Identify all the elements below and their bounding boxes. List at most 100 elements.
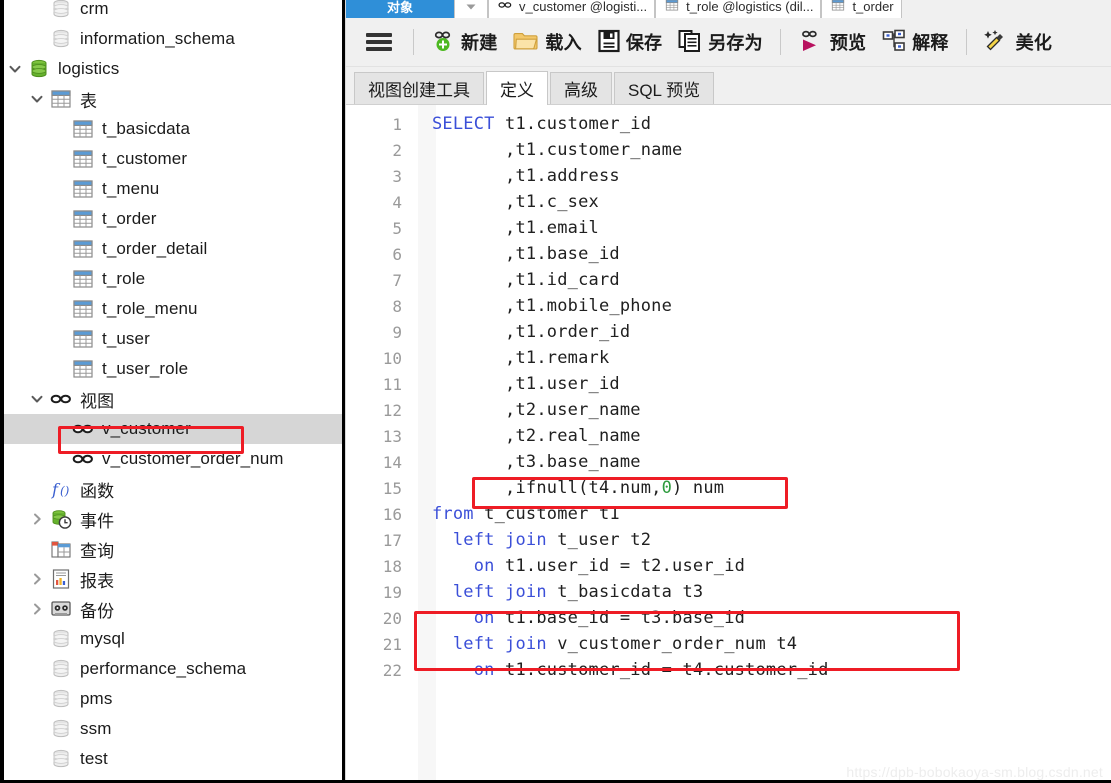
document-tab-1[interactable]: v_customer @logisti... — [488, 0, 656, 18]
database-gray-icon — [48, 688, 74, 710]
tree-item-视图[interactable]: 视图 — [0, 384, 345, 414]
chevron-down-icon[interactable] — [4, 62, 26, 76]
tree-item-t_order[interactable]: t_order — [0, 204, 345, 234]
subtab-3[interactable]: SQL 预览 — [614, 72, 715, 104]
object-tree-sidebar[interactable]: crm information_schema logistics 表 t_bas… — [0, 0, 346, 783]
tree-item-logistics[interactable]: logistics — [0, 54, 345, 84]
subtab-2[interactable]: 高级 — [550, 72, 612, 104]
main-menu-button[interactable] — [358, 22, 404, 62]
tree-item-报表[interactable]: 报表 — [0, 564, 345, 594]
code-line-text: left join v_customer_order_num t4 — [452, 634, 798, 654]
line-number: 8 — [392, 296, 402, 316]
beautify-icon — [983, 29, 1010, 56]
tree-item-crm[interactable]: crm — [0, 0, 345, 24]
code-line[interactable]: 4 ,t1.c_sex — [346, 189, 1111, 215]
code-line[interactable]: 9 ,t1.order_id — [346, 319, 1111, 345]
code-line[interactable]: 16 from t_customer t1 — [346, 501, 1111, 527]
code-line[interactable]: 20 on t1.base_id = t3.base_id — [346, 605, 1111, 631]
code-line[interactable]: 11 ,t1.user_id — [346, 371, 1111, 397]
code-line[interactable]: 18 on t1.user_id = t2.user_id — [346, 553, 1111, 579]
document-tab-strip[interactable]: 对象 v_customer @logisti... t_role @logist… — [346, 0, 1111, 18]
line-number: 10 — [382, 348, 402, 368]
sidebar-right-edge — [342, 0, 345, 783]
tree-item-label: 视图 — [80, 391, 115, 411]
new-button[interactable]: 新建 — [423, 22, 505, 62]
save-disk-icon — [598, 29, 620, 56]
preview-button[interactable]: 预览 — [790, 22, 874, 62]
save-as-icon — [678, 29, 702, 56]
tree-item-label: t_role_menu — [102, 299, 198, 318]
code-line-text: ,t2.real_name — [432, 426, 641, 446]
subtab-0[interactable]: 视图创建工具 — [354, 72, 484, 104]
sql-definition-editor[interactable]: 1 SELECT t1.customer_id 2 ,t1.customer_nam… — [346, 105, 1111, 783]
document-tab-3[interactable]: t_order — [821, 0, 902, 18]
code-line[interactable]: 5 ,t1.email — [346, 215, 1111, 241]
tree-item-查询[interactable]: 查询 — [0, 534, 345, 564]
code-line[interactable]: 13 ,t2.real_name — [346, 423, 1111, 449]
database-gray-icon — [48, 748, 74, 770]
tree-item-事件[interactable]: 事件 — [0, 504, 345, 534]
tree-item-v_customer[interactable]: v_customer — [0, 414, 345, 444]
code-line[interactable]: 6 ,t1.base_id — [346, 241, 1111, 267]
tree-item-t_menu[interactable]: t_menu — [0, 174, 345, 204]
code-line[interactable]: 14 ,t3.base_name — [346, 449, 1111, 475]
load-button[interactable]: 载入 — [505, 22, 589, 62]
tree-item-t_role_menu[interactable]: t_role_menu — [0, 294, 345, 324]
tree-item-performance_schema[interactable]: performance_schema — [0, 654, 345, 684]
code-line[interactable]: 19 left join t_basicdata t3 — [346, 579, 1111, 605]
chevron-down-icon[interactable] — [26, 92, 48, 106]
document-tab-2[interactable]: t_role @logistics (dil... — [655, 0, 822, 18]
code-line[interactable]: 2 ,t1.customer_name — [346, 137, 1111, 163]
chevron-right-icon[interactable] — [26, 572, 48, 586]
sql-code-area[interactable]: 1 SELECT t1.customer_id 2 ,t1.customer_nam… — [346, 105, 1111, 783]
code-line-text: ,t1.order_id — [432, 322, 631, 342]
code-line[interactable]: 10 ,t1.remark — [346, 345, 1111, 371]
tree-item-ssm[interactable]: ssm — [0, 714, 345, 744]
chevron-right-icon[interactable] — [26, 512, 48, 526]
subtab-1[interactable]: 定义 — [486, 71, 548, 105]
code-line[interactable]: 8 ,t1.mobile_phone — [346, 293, 1111, 319]
tree-item-mysql[interactable]: mysql — [0, 624, 345, 654]
chevron-down-icon[interactable] — [26, 392, 48, 406]
database-tree[interactable]: crm information_schema logistics 表 t_bas… — [0, 0, 345, 774]
beautify-button[interactable]: 美化 — [976, 22, 1060, 62]
tree-item-label: 表 — [80, 91, 98, 111]
tree-item-备份[interactable]: 备份 — [0, 594, 345, 624]
table-icon — [70, 178, 96, 200]
tree-item-label: t_user_role — [102, 359, 189, 378]
code-line-text: ,t1.c_sex — [432, 192, 599, 212]
save-as-button[interactable]: 另存为 — [670, 22, 771, 62]
code-line[interactable]: 22 on t1.customer_id = t4.customer_id — [346, 657, 1111, 683]
code-line[interactable]: 12 ,t2.user_name — [346, 397, 1111, 423]
tree-item-label: v_customer_order_num — [102, 449, 284, 468]
code-line[interactable]: 21 left join v_customer_order_num t4 — [346, 631, 1111, 657]
view-designer-toolbar[interactable]: 新建 载入 保存 另存为 预览 解释 美化 — [346, 18, 1111, 67]
save-button[interactable]: 保存 — [590, 22, 670, 62]
code-line[interactable]: 17 left join t_user t2 — [346, 527, 1111, 553]
code-line[interactable]: 7 ,t1.id_card — [346, 267, 1111, 293]
explain-button[interactable]: 解释 — [874, 22, 956, 62]
tree-item-t_basicdata[interactable]: t_basicdata — [0, 114, 345, 144]
tree-item-label: t_customer — [102, 149, 188, 168]
tree-item-表[interactable]: 表 — [0, 84, 345, 114]
tree-item-label: information_schema — [80, 29, 235, 48]
tree-item-t_user_role[interactable]: t_user_role — [0, 354, 345, 384]
tree-item-函数[interactable]: f () 函数 — [0, 474, 345, 504]
tree-item-pms[interactable]: pms — [0, 684, 345, 714]
tree-item-t_order_detail[interactable]: t_order_detail — [0, 234, 345, 264]
tree-item-information_schema[interactable]: information_schema — [0, 24, 345, 54]
document-tab-0[interactable]: 对象 — [346, 0, 454, 18]
tree-item-t_user[interactable]: t_user — [0, 324, 345, 354]
tree-item-t_customer[interactable]: t_customer — [0, 144, 345, 174]
main-pane: 对象 v_customer @logisti... t_role @logist… — [346, 0, 1111, 783]
designer-subtab-bar[interactable]: 视图创建工具 定义 高级 SQL 预览 — [346, 67, 1111, 105]
code-line-text: left join t_basicdata t3 — [452, 582, 704, 602]
code-line[interactable]: 15 ,ifnull(t4.num,0) num — [346, 475, 1111, 501]
tree-item-test[interactable]: test — [0, 744, 345, 774]
tree-item-v_customer_order_num[interactable]: v_customer_order_num — [0, 444, 345, 474]
tree-item-t_role[interactable]: t_role — [0, 264, 345, 294]
chevron-right-icon[interactable] — [26, 602, 48, 616]
code-line[interactable]: 1 SELECT t1.customer_id — [346, 111, 1111, 137]
tab-overflow-dropdown[interactable] — [454, 0, 488, 18]
code-line[interactable]: 3 ,t1.address — [346, 163, 1111, 189]
